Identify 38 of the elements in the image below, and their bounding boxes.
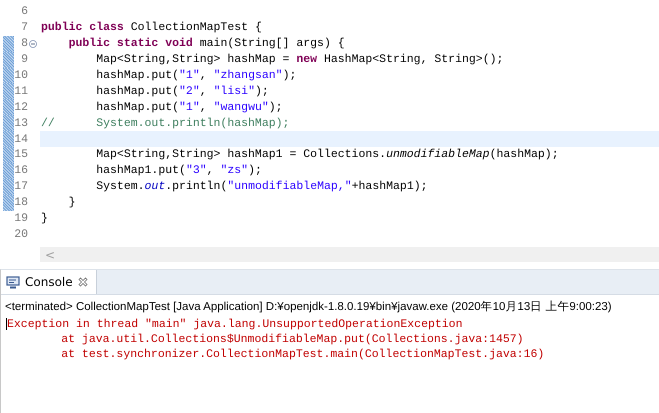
line-number: 11 [14,84,28,98]
code-line: Map<String,String> hashMap = new HashMap<String, String>(); [95,53,504,66]
line-number: 13 [14,116,28,130]
code-line: public static void main(String[] args) { [68,37,345,50]
code-line: Map<String,String> hashMap1 = Collections.unmodifiableMap(hashMap); [95,148,559,162]
error-output-line: at java.util.Collections$UnmodifiableMap.put(Collections.java:1457) [60,333,525,348]
code-line: hashMap.put("1", "wangwu"); [95,100,283,114]
console-status: <terminated> CollectionMapTest [Java Application] D:¥openjdk-1.8.0.19¥bin¥javaw.exe (2020年10月13日 上午9:00:23) [4,300,613,315]
monitor-icon [6,276,20,288]
line-number: 14 [14,132,28,146]
error-output-line: at test.synchronizer.CollectionMapTest.main(CollectionMapTest.java:16) [60,348,546,363]
text-cursor [6,318,7,330]
code-line: } [41,212,48,226]
error-output-line: Exception in thread "main" java.lang.UnsupportedOperationException [6,318,464,333]
line-number: 19 [14,212,28,226]
code-line: hashMap.put("2", "lisi"); [95,84,269,98]
line-number: 15 [14,148,28,162]
line-number: 7 [20,21,28,34]
code-line: System.out.println("unmodifiableMap,"+hashMap1); [95,180,428,194]
horizontal-scrollbar[interactable]: < [40,247,659,262]
scroll-left-button[interactable]: < [45,248,56,262]
close-icon[interactable] [78,277,88,287]
code-line: } [68,196,76,210]
line-number: 16 [14,164,28,178]
line-number: 18 [14,196,28,210]
collapse-icon[interactable] [29,40,37,48]
console-tab[interactable]: Console [1,270,97,294]
line-number: 12 [14,100,28,114]
line-number: 10 [14,69,28,82]
line-number: 20 [14,228,28,241]
line-number: 6 [20,5,28,18]
code-line: // System.out.println(hashMap); [41,116,290,130]
code-line: public class CollectionMapTest { [41,21,262,34]
code-line: hashMap1.put("3", "zs"); [95,164,262,178]
code-line: hashMap.put("1", "zhangsan"); [95,69,296,82]
line-number: 9 [20,53,28,66]
line-number: 8 [20,37,28,50]
line-number: 17 [14,180,28,194]
